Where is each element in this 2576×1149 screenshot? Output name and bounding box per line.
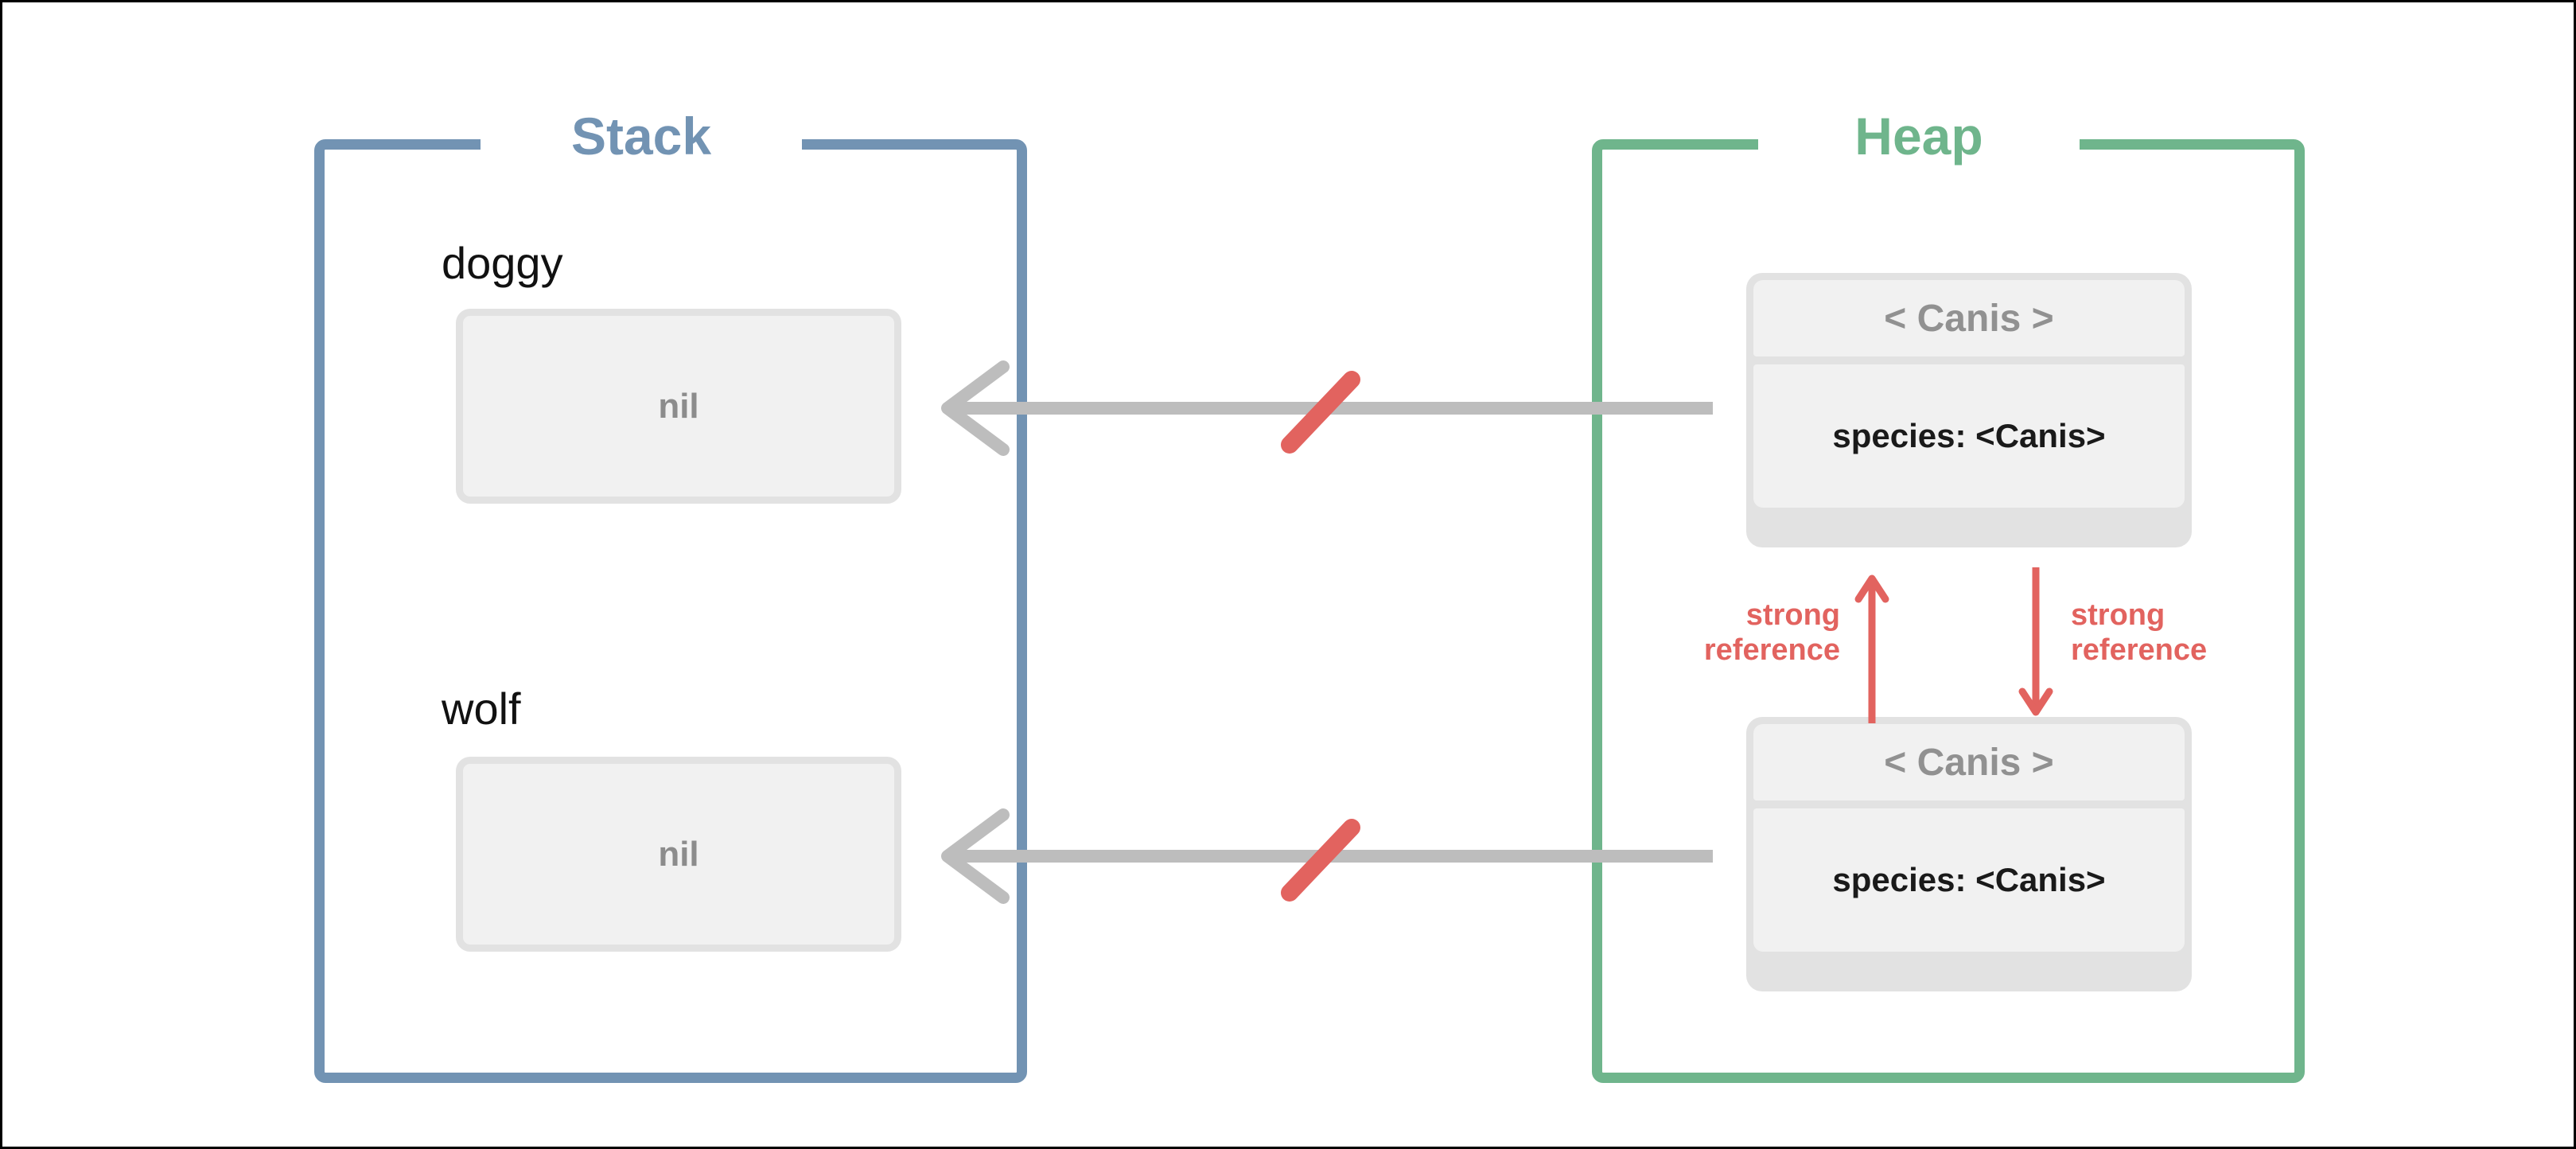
stack-variable-value-wolf: nil <box>658 834 699 874</box>
slash-icon <box>1281 819 1360 902</box>
stack-variable-slot-wolf[interactable]: nil <box>456 757 901 952</box>
diagram-canvas: Stack doggy nil wolf nil Heap < Canis > … <box>0 0 2576 1149</box>
heap-object-1-class-name: < Canis > <box>1753 280 2185 356</box>
slash-icon <box>1281 371 1360 454</box>
heap-object-2-property: species: <Canis> <box>1753 808 2185 952</box>
strong-reference-label-up-line1: strong <box>1745 598 1840 632</box>
heap-object-2[interactable]: < Canis > species: <Canis> <box>1746 717 2192 991</box>
strong-reference-label-up-line2: reference <box>1703 633 1840 668</box>
broken-reference-slash-wolf <box>1281 819 1360 902</box>
stack-variable-label-wolf: wolf <box>442 684 521 734</box>
stack-variable-label-doggy: doggy <box>442 238 563 288</box>
heap-region-title: Heap <box>1854 107 1983 166</box>
heap-object-2-class-name: < Canis > <box>1753 724 2185 800</box>
stack-region-title: Stack <box>570 107 712 166</box>
strong-reference-label-down-line2: reference <box>2071 633 2208 668</box>
heap-object-1-property: species: <Canis> <box>1753 364 2185 508</box>
strong-reference-arrow-down <box>2018 567 2053 716</box>
stack-variable-slot-doggy[interactable]: nil <box>456 309 901 504</box>
stack-variable-value-doggy: nil <box>658 386 699 426</box>
strong-reference-label-down-line1: strong <box>2071 598 2165 632</box>
strong-reference-arrow-up <box>1854 574 1889 723</box>
broken-reference-slash-doggy <box>1281 371 1360 454</box>
strong-reference-label-up: strong reference <box>1586 598 1840 668</box>
strong-reference-label-down: strong reference <box>2071 598 2341 668</box>
heap-object-1[interactable]: < Canis > species: <Canis> <box>1746 273 2192 547</box>
